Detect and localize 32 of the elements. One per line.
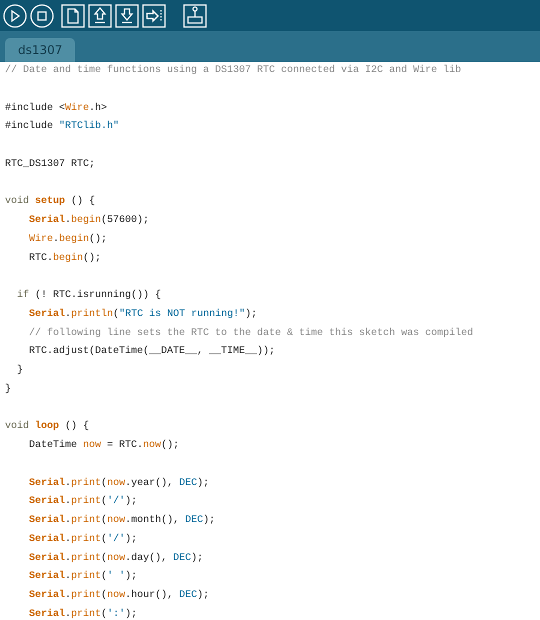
code-line: #include "RTClib.h" xyxy=(5,120,120,134)
up-arrow-button[interactable] xyxy=(88,4,112,28)
new-file-button[interactable] xyxy=(61,4,85,28)
code-line: Serial.print(now.hour(), DEC); xyxy=(28,588,210,603)
code-line: } xyxy=(5,382,12,397)
code-line: // Date and time functions using a DS1307 RTC connected via I2C and Wire lib xyxy=(5,64,462,78)
code-line: // following line sets the RTC to the date & time this sketch was compiled xyxy=(28,326,474,340)
code-line: Serial.print('/'); xyxy=(28,532,138,547)
code-line: Serial.print('/'); xyxy=(28,494,138,510)
file-tab[interactable]: ds1307 xyxy=(5,38,76,62)
code-line: } xyxy=(16,364,24,378)
code-line: #include <Wire.h> xyxy=(5,102,108,116)
code-line: void loop () { xyxy=(5,420,90,434)
code-line: Serial.print(':'); xyxy=(28,608,138,620)
code-line: void setup () { xyxy=(5,194,96,210)
code-line: Serial.begin(57600); xyxy=(28,214,150,228)
play-button[interactable] xyxy=(3,4,27,28)
code-line: RTC_DS1307 RTC; xyxy=(5,158,96,172)
code-line: DateTime now = RTC.now(); xyxy=(28,438,180,453)
code-line: Wire.begin(); xyxy=(28,232,108,247)
serial-monitor-button[interactable] xyxy=(183,4,207,28)
code-line: if (! RTC.isrunning()) { xyxy=(16,288,162,303)
right-arrow-button[interactable] xyxy=(142,4,166,28)
code-line: Serial.println("RTC is NOT running!"); xyxy=(28,308,258,322)
code-line: Serial.print(now.day(), DEC); xyxy=(28,552,204,566)
code-line: RTC.adjust(DateTime(__DATE__, __TIME__)); xyxy=(28,344,276,360)
code-line: Serial.print(now.year(), DEC); xyxy=(28,476,210,490)
code-line: Serial.print(now.month(), DEC); xyxy=(28,514,216,528)
code-line: RTC.begin(); xyxy=(28,252,102,266)
code-line: Serial.print(' '); xyxy=(28,570,138,584)
down-arrow-button[interactable] xyxy=(115,4,139,28)
stop-button[interactable] xyxy=(30,4,54,28)
